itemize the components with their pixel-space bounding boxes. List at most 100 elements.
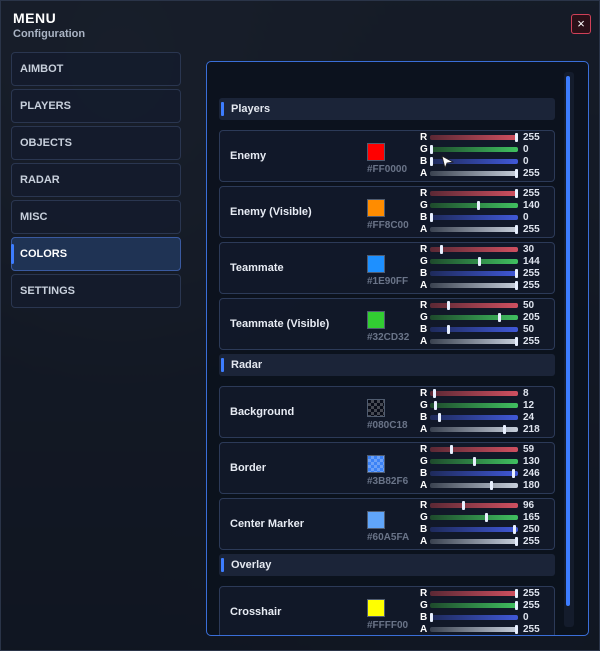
channel-b-track[interactable] bbox=[430, 525, 518, 534]
channel-b-track[interactable] bbox=[430, 469, 518, 478]
slider-handle[interactable] bbox=[513, 525, 516, 534]
channel-g-slider: G0 bbox=[420, 144, 552, 155]
slider-handle[interactable] bbox=[515, 337, 518, 346]
color-row: Teammate (Visible) #32CD32 R 50 G 205 B 50 A 255 bbox=[219, 298, 555, 350]
slider-handle[interactable] bbox=[515, 537, 518, 546]
channel-a-track[interactable] bbox=[430, 625, 518, 634]
channel-letter: B bbox=[420, 524, 428, 535]
channel-g-track[interactable] bbox=[430, 201, 518, 210]
channel-g-track[interactable] bbox=[430, 457, 518, 466]
channel-b-track[interactable] bbox=[430, 613, 518, 622]
channel-a-track[interactable] bbox=[430, 481, 518, 490]
slider-handle[interactable] bbox=[512, 469, 515, 478]
channel-g-value: 255 bbox=[523, 600, 540, 611]
slider-handle[interactable] bbox=[515, 269, 518, 278]
sidebar-item-misc[interactable]: MISC bbox=[11, 200, 181, 234]
color-swatch[interactable] bbox=[367, 199, 385, 217]
slider-handle[interactable] bbox=[430, 157, 433, 166]
color-swatch[interactable] bbox=[367, 511, 385, 529]
slider-handle[interactable] bbox=[477, 201, 480, 210]
section-header-radar: Radar bbox=[219, 354, 555, 376]
channel-g-track[interactable] bbox=[430, 513, 518, 522]
channel-letter: B bbox=[420, 612, 428, 623]
slider-handle[interactable] bbox=[473, 457, 476, 466]
slider-handle[interactable] bbox=[462, 501, 465, 510]
channel-letter: B bbox=[420, 468, 428, 479]
menu-title: MENU bbox=[13, 10, 57, 26]
slider-handle[interactable] bbox=[515, 225, 518, 234]
slider-handle[interactable] bbox=[433, 389, 436, 398]
channel-r-track[interactable] bbox=[430, 389, 518, 398]
slider-handle[interactable] bbox=[434, 401, 437, 410]
slider-handle[interactable] bbox=[438, 413, 441, 422]
slider-handle[interactable] bbox=[515, 625, 518, 634]
channel-g-slider: G 130 bbox=[420, 456, 552, 467]
channel-a-track[interactable] bbox=[430, 225, 518, 234]
slider-handle[interactable] bbox=[450, 445, 453, 454]
slider-handle[interactable] bbox=[447, 325, 450, 334]
channel-g-track[interactable] bbox=[430, 257, 518, 266]
slider-handle[interactable] bbox=[430, 213, 433, 222]
slider-handle[interactable] bbox=[440, 245, 443, 254]
color-swatch[interactable] bbox=[367, 255, 385, 273]
slider-handle[interactable] bbox=[498, 313, 501, 322]
close-icon[interactable]: × bbox=[571, 14, 591, 34]
scrollbar-thumb[interactable] bbox=[566, 76, 570, 606]
channel-r-track[interactable] bbox=[430, 189, 518, 198]
channel-b-track[interactable] bbox=[430, 269, 518, 278]
channel-g-track[interactable] bbox=[430, 601, 518, 610]
channel-letter: R bbox=[420, 132, 428, 143]
channel-r-track[interactable] bbox=[430, 301, 518, 310]
channel-a-track[interactable] bbox=[430, 281, 518, 290]
slider-handle[interactable] bbox=[447, 301, 450, 310]
slider-handle[interactable] bbox=[478, 257, 481, 266]
channel-a-track[interactable] bbox=[430, 169, 518, 178]
channel-letter: R bbox=[420, 388, 428, 399]
channel-g-track[interactable] bbox=[430, 313, 518, 322]
sidebar-item-settings[interactable]: SETTINGS bbox=[11, 274, 181, 308]
color-swatch[interactable] bbox=[367, 455, 385, 473]
sidebar-item-aimbot[interactable]: AIMBOT bbox=[11, 52, 181, 86]
channel-a-track[interactable] bbox=[430, 337, 518, 346]
sidebar-item-objects[interactable]: OBJECTS bbox=[11, 126, 181, 160]
sidebar-item-colors[interactable]: COLORS bbox=[11, 237, 181, 271]
channel-g-value: 12 bbox=[523, 400, 535, 411]
channel-a-track[interactable] bbox=[430, 425, 518, 434]
slider-handle[interactable] bbox=[430, 613, 433, 622]
slider-handle[interactable] bbox=[485, 513, 488, 522]
slider-handle[interactable] bbox=[515, 189, 518, 198]
channel-a-slider: A 255 bbox=[420, 224, 552, 235]
slider-handle[interactable] bbox=[515, 133, 518, 142]
channel-b-track[interactable] bbox=[430, 325, 518, 334]
channel-a-track[interactable] bbox=[430, 537, 518, 546]
sidebar-item-radar[interactable]: RADAR bbox=[11, 163, 181, 197]
color-swatch[interactable] bbox=[367, 599, 385, 617]
channel-r-track[interactable] bbox=[430, 589, 518, 598]
slider-handle[interactable] bbox=[515, 601, 518, 610]
channel-r-track[interactable] bbox=[430, 445, 518, 454]
color-swatch[interactable] bbox=[367, 143, 385, 161]
mouse-cursor-icon bbox=[441, 155, 455, 169]
channel-r-track[interactable] bbox=[430, 245, 518, 254]
channel-g-track[interactable] bbox=[430, 145, 518, 154]
slider-handle[interactable] bbox=[503, 425, 506, 434]
slider-handle[interactable] bbox=[515, 589, 518, 598]
color-swatch[interactable] bbox=[367, 399, 385, 417]
sidebar-item-players[interactable]: PLAYERS bbox=[11, 89, 181, 123]
slider-handle[interactable] bbox=[430, 145, 433, 154]
channel-b-value: 250 bbox=[523, 524, 540, 535]
color-swatch[interactable] bbox=[367, 311, 385, 329]
channel-b-track[interactable] bbox=[430, 413, 518, 422]
menu-header: MENU Configuration bbox=[13, 10, 85, 40]
slider-handle[interactable] bbox=[490, 481, 493, 490]
slider-handle[interactable] bbox=[515, 281, 518, 290]
channel-letter: G bbox=[420, 512, 428, 523]
channel-r-track[interactable] bbox=[430, 501, 518, 510]
channel-b-value: 24 bbox=[523, 412, 535, 423]
channel-r-track[interactable] bbox=[430, 133, 518, 142]
scrollbar[interactable] bbox=[564, 72, 574, 627]
channel-g-track[interactable] bbox=[430, 401, 518, 410]
channel-b-track[interactable] bbox=[430, 213, 518, 222]
slider-handle[interactable] bbox=[515, 169, 518, 178]
channel-r-value: 30 bbox=[523, 244, 535, 255]
